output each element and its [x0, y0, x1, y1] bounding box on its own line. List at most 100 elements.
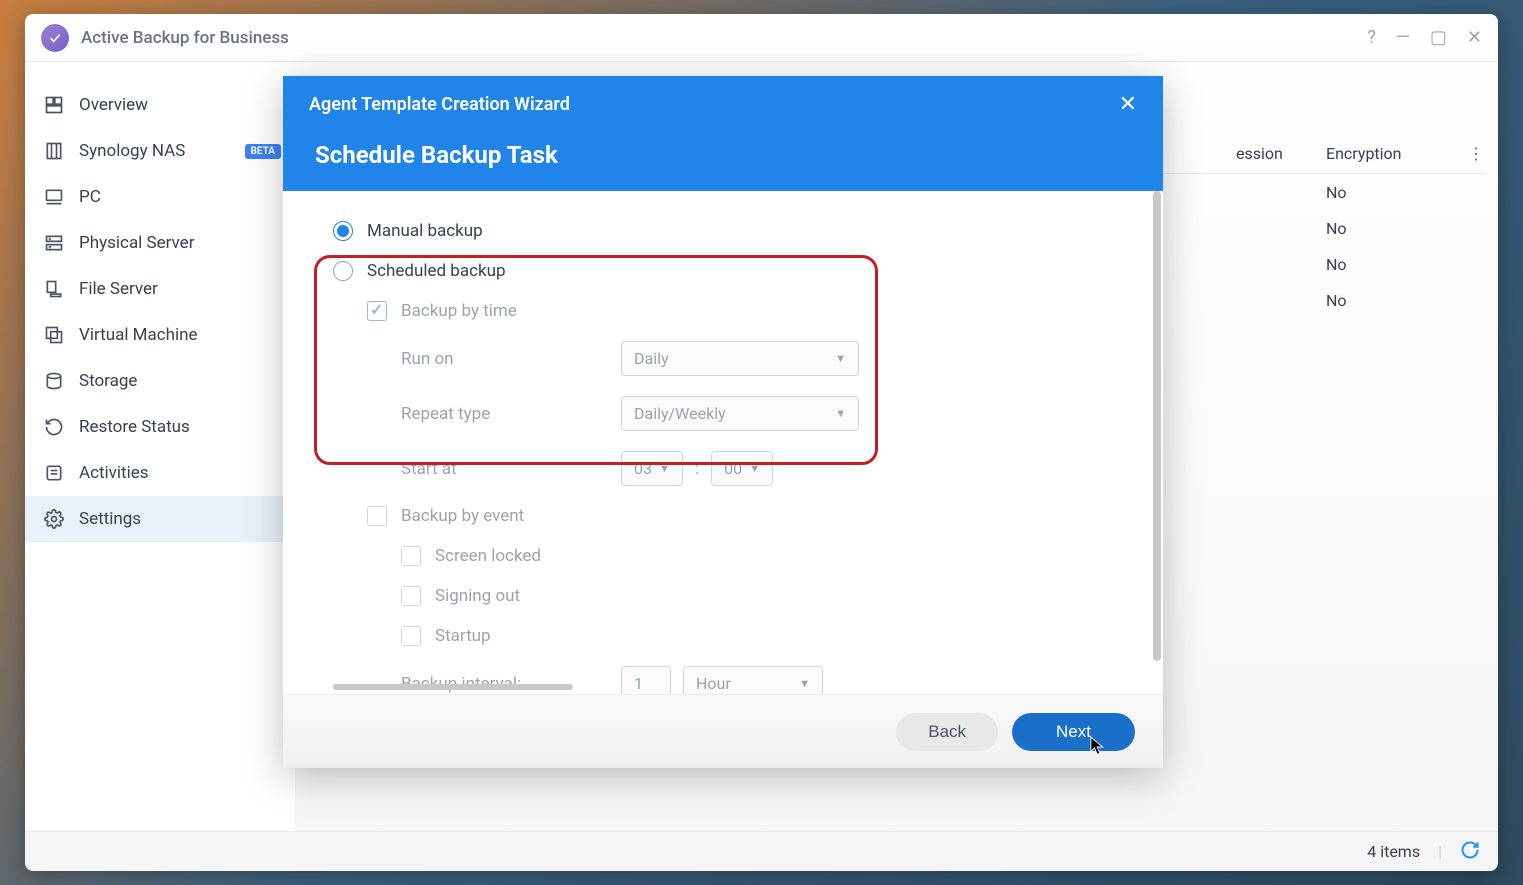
modal-subtitle: Schedule Backup Task — [315, 141, 1137, 169]
sidebar-item-storage[interactable]: Storage — [25, 358, 295, 404]
sidebar-item-label: PC — [79, 187, 101, 207]
select-value: Daily/Weekly — [634, 404, 726, 423]
checkbox-icon[interactable] — [401, 586, 421, 606]
chevron-down-icon: ▼ — [749, 462, 760, 475]
input-backup-interval[interactable]: 1 — [621, 666, 671, 694]
select-repeat-type[interactable]: Daily/Weekly ▼ — [621, 396, 859, 431]
app-title: Active Backup for Business — [81, 28, 289, 48]
checkbox-label: Signing out — [435, 586, 520, 606]
sidebar-item-restore-status[interactable]: Restore Status — [25, 404, 295, 450]
activities-icon — [43, 462, 65, 484]
radio-scheduled-backup[interactable]: Scheduled backup — [333, 261, 1113, 281]
checkbox-icon[interactable] — [367, 506, 387, 526]
cell-encryption: No — [1326, 255, 1466, 274]
close-icon[interactable]: ✕ — [1467, 27, 1482, 48]
checkbox-icon[interactable] — [401, 546, 421, 566]
cell-encryption: No — [1326, 183, 1466, 202]
minimize-icon[interactable]: — — [1396, 27, 1410, 48]
checkbox-label: Screen locked — [435, 546, 541, 566]
sidebar-item-label: File Server — [79, 279, 158, 299]
back-button[interactable]: Back — [896, 713, 998, 751]
column-encryption[interactable]: Encryption — [1326, 144, 1466, 163]
select-value: Hour — [696, 674, 731, 693]
separator: | — [1438, 842, 1442, 861]
gear-icon — [43, 508, 65, 530]
chevron-down-icon: ▼ — [799, 677, 810, 690]
field-repeat-type: Repeat type Daily/Weekly ▼ — [401, 396, 1113, 431]
column-menu-icon[interactable]: ⋮ — [1466, 144, 1486, 163]
checkbox-icon[interactable] — [367, 301, 387, 321]
column-session[interactable]: ession — [1236, 144, 1326, 163]
select-start-minute[interactable]: 00 ▼ — [711, 451, 773, 486]
radio-icon[interactable] — [333, 261, 353, 281]
scrollbar[interactable] — [1153, 191, 1161, 661]
select-value: 03 — [634, 459, 652, 478]
radio-label: Scheduled backup — [367, 261, 506, 281]
status-bar: 4 items | — [25, 831, 1498, 871]
sidebar-item-overview[interactable]: Overview — [25, 82, 295, 128]
app-icon — [41, 24, 69, 52]
checkbox-screen-locked[interactable]: Screen locked — [401, 546, 1113, 566]
modal-header: Agent Template Creation Wizard ✕ Schedul… — [283, 76, 1163, 191]
sidebar-item-label: Synology NAS — [79, 141, 185, 161]
help-icon[interactable]: ? — [1367, 27, 1376, 48]
select-run-on[interactable]: Daily ▼ — [621, 341, 859, 376]
select-interval-unit[interactable]: Hour ▼ — [683, 666, 823, 694]
checkbox-icon[interactable] — [401, 626, 421, 646]
checkbox-label: Backup by time — [401, 301, 517, 321]
field-start-at: Start at 03 ▼ : 00 ▼ — [401, 451, 1113, 486]
radio-manual-backup[interactable]: Manual backup — [333, 221, 1113, 241]
field-label: Repeat type — [401, 404, 621, 424]
file-server-icon — [43, 278, 65, 300]
sidebar-item-virtual-machine[interactable]: Virtual Machine — [25, 312, 295, 358]
chevron-down-icon: ▼ — [835, 352, 846, 365]
vm-icon — [43, 324, 65, 346]
sidebar-item-label: Activities — [79, 463, 149, 483]
sidebar-item-label: Virtual Machine — [79, 325, 198, 345]
next-button[interactable]: Next — [1012, 713, 1135, 751]
sidebar-item-label: Physical Server — [79, 233, 194, 253]
checkbox-backup-by-time[interactable]: Backup by time — [367, 301, 1113, 321]
sidebar-item-label: Overview — [79, 95, 148, 115]
dashboard-icon — [43, 94, 65, 116]
chevron-down-icon: ▼ — [835, 407, 846, 420]
horizontal-scrollbar[interactable] — [333, 684, 573, 690]
cell-encryption: No — [1326, 219, 1466, 238]
restore-icon — [43, 416, 65, 438]
window-controls: ? — ▢ ✕ — [1367, 27, 1482, 48]
radio-label: Manual backup — [367, 221, 483, 241]
sidebar-item-label: Restore Status — [79, 417, 190, 437]
time-separator: : — [695, 459, 699, 479]
modal-footer: Back Next — [283, 694, 1163, 768]
select-value: Daily — [634, 349, 669, 368]
cell-encryption: No — [1326, 291, 1466, 310]
modal-body: Manual backup Scheduled backup Backup by… — [283, 191, 1163, 694]
sidebar-item-synology-nas[interactable]: Synology NAS BETA — [25, 128, 295, 174]
wizard-modal: Agent Template Creation Wizard ✕ Schedul… — [283, 76, 1163, 768]
field-label: Run on — [401, 349, 621, 369]
sidebar-item-activities[interactable]: Activities — [25, 450, 295, 496]
sidebar-item-settings[interactable]: Settings — [25, 496, 295, 542]
chevron-down-icon: ▼ — [659, 462, 670, 475]
titlebar: Active Backup for Business ? — ▢ ✕ — [25, 14, 1498, 62]
sidebar-item-file-server[interactable]: File Server — [25, 266, 295, 312]
field-label: Start at — [401, 459, 621, 479]
maximize-icon[interactable]: ▢ — [1430, 27, 1447, 48]
refresh-icon[interactable] — [1460, 840, 1480, 864]
beta-badge: BETA — [245, 144, 282, 159]
sidebar-item-pc[interactable]: PC — [25, 174, 295, 220]
field-run-on: Run on Daily ▼ — [401, 341, 1113, 376]
checkbox-label: Backup by event — [401, 506, 524, 526]
checkbox-startup[interactable]: Startup — [401, 626, 1113, 646]
checkbox-signing-out[interactable]: Signing out — [401, 586, 1113, 606]
modal-close-icon[interactable]: ✕ — [1119, 92, 1137, 117]
pc-icon — [43, 186, 65, 208]
sidebar: Overview Synology NAS BETA PC Physical S… — [25, 62, 295, 831]
server-icon — [43, 232, 65, 254]
radio-icon[interactable] — [333, 221, 353, 241]
sidebar-item-label: Settings — [79, 509, 141, 529]
select-start-hour[interactable]: 03 ▼ — [621, 451, 683, 486]
checkbox-backup-by-event[interactable]: Backup by event — [367, 506, 1113, 526]
sidebar-item-physical-server[interactable]: Physical Server — [25, 220, 295, 266]
storage-icon — [43, 370, 65, 392]
